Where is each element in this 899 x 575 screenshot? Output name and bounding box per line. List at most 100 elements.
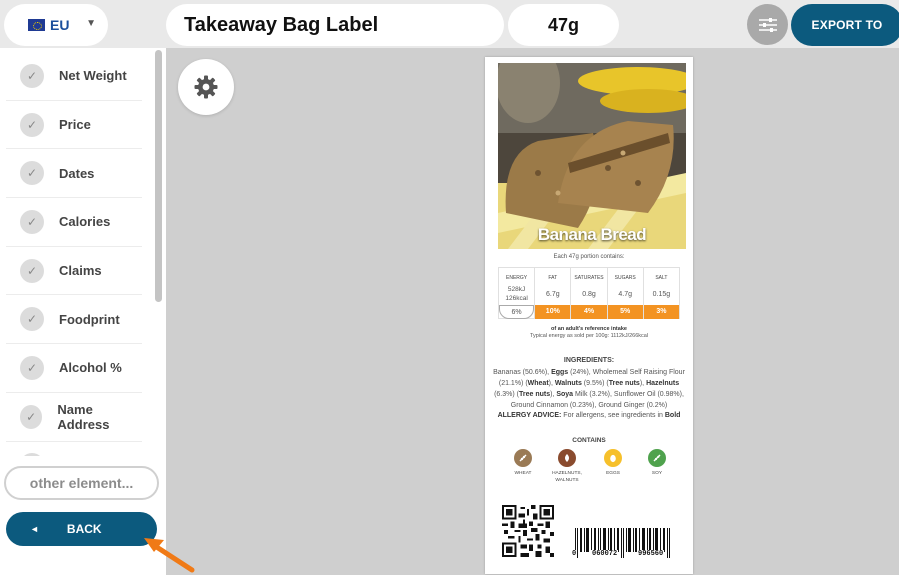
sidebar-scrollbar[interactable] (155, 50, 162, 302)
allergy-advice-label: ALLERGY ADVICE: (497, 412, 562, 419)
top-bar: EU ▼ Takeaway Bag Label 47g EXPORT TO (0, 0, 899, 48)
sidebar-item-dates[interactable]: ✓ Dates (6, 149, 142, 199)
eu-flag-icon (28, 19, 45, 31)
allergy-advice: ALLERGY ADVICE: For allergens, see ingre… (491, 412, 687, 419)
nutrition-percent: 6% (499, 305, 535, 319)
qr-code (502, 505, 554, 557)
sidebar-item-name-address[interactable]: ✓ Name Address (6, 393, 142, 442)
sidebar-item-label: Net Weight (59, 68, 127, 84)
back-button[interactable]: ◄ BACK (6, 512, 157, 546)
allergen-wheat: WHEAT (503, 449, 543, 477)
allergen-soy: SOY (637, 449, 677, 477)
sidebar-item-net-weight[interactable]: ✓ Net Weight (6, 52, 142, 101)
sidebar-item-label: Price (59, 117, 91, 133)
allergy-advice-bold: Bold (664, 412, 681, 419)
nutrition-value: 4.7g (618, 291, 633, 298)
export-button[interactable]: EXPORT TO (791, 4, 899, 46)
allergen-name: HAZELNUTS, WALNUTS (547, 470, 587, 484)
nutrition-value: 6.7g (545, 291, 560, 298)
sidebar-item-partial[interactable]: ✓ (6, 442, 142, 456)
check-icon: ✓ (20, 355, 44, 380)
check-icon: ✓ (20, 258, 44, 283)
sidebar-item-alcohol[interactable]: ✓ Alcohol % (6, 344, 142, 393)
ingredients-text: Bananas (50.6%), Eggs (24%), Wholemeal S… (491, 367, 687, 411)
nutrition-fat: FAT 6.7g 10% (535, 268, 572, 319)
sidebar-item-calories[interactable]: ✓ Calories (6, 198, 142, 247)
nutrition-name: FAT (548, 275, 558, 281)
allergen-name: EGGS (606, 471, 620, 476)
region-label: EU (50, 17, 70, 33)
check-icon: ✓ (20, 453, 44, 456)
allergen-word: Tree nuts (518, 391, 551, 398)
allergen-word: Soya (556, 391, 574, 398)
sidebar-item-label: Claims (59, 263, 102, 279)
region-selector[interactable]: EU ▼ (4, 4, 108, 46)
sidebar-item-label: Dates (59, 165, 95, 181)
sliders-icon (758, 17, 777, 32)
product-photo: Banana Bread (498, 63, 686, 249)
contains-title: CONTAINS (572, 437, 606, 444)
product-name: Banana Bread (537, 225, 647, 244)
sidebar-item-label: Name Address (57, 401, 110, 432)
sidebar-item-claims[interactable]: ✓ Claims (6, 247, 142, 296)
canvas-settings-button[interactable] (178, 59, 234, 115)
allergen-word: Walnuts (554, 380, 582, 387)
allergen-name-line: WALNUTS (555, 478, 579, 483)
back-button-label: BACK (66, 522, 102, 536)
back-triangle-icon: ◄ (30, 524, 39, 534)
barcode-lead-digit: 0 (571, 550, 578, 558)
label-preview[interactable]: Banana Bread Each 47g portion contains: … (485, 57, 693, 574)
portion-text: Each 47g portion contains: (553, 254, 625, 260)
nutrition-name: SATURATES (574, 275, 604, 281)
ingredients-title: INGREDIENTS: (563, 357, 615, 364)
allergen-nuts: HAZELNUTS, WALNUTS (547, 449, 587, 484)
gear-icon (194, 75, 218, 99)
weight-field[interactable]: 47g (508, 4, 619, 46)
nutrition-name: ENERGY (506, 275, 528, 281)
nutrition-percent: 5% (607, 305, 643, 319)
check-icon: ✓ (20, 404, 43, 429)
ingredient-text: (9.5%) ( (581, 380, 609, 387)
nutrition-sugars: SUGARS 4.7g 5% (607, 268, 644, 319)
check-icon: ✓ (20, 161, 44, 186)
nutrition-value: 528kJ 126kcal (499, 285, 534, 303)
nutrition-percent: 4% (571, 305, 607, 319)
chevron-down-icon: ▼ (86, 18, 96, 29)
pointer-arrow-icon (144, 538, 195, 573)
allergen-name: WHEAT (514, 471, 532, 476)
other-element-input[interactable] (4, 466, 159, 500)
nutrition-value-kj: 528kJ (507, 286, 526, 293)
allergen-word: Hazelnuts (646, 380, 680, 387)
ingredient-text: (6.3%) ( (494, 391, 519, 398)
check-icon: ✓ (20, 63, 44, 88)
allergen-word: Tree nuts (608, 380, 640, 387)
sidebar-item-foodprint[interactable]: ✓ Foodprint (6, 295, 142, 345)
allergy-advice-text: For allergens, see ingredients in (561, 412, 665, 419)
sidebar-item-price[interactable]: ✓ Price (6, 101, 142, 150)
element-list: ✓ Net Weight ✓ Price ✓ Dates ✓ Calories … (0, 52, 152, 456)
typical-energy-text: Typical energy as sold per 100g: 1112kJ/… (529, 333, 649, 339)
soy-icon (648, 449, 666, 467)
label-title[interactable]: Takeaway Bag Label (166, 4, 504, 46)
allergen-word: Eggs (551, 369, 569, 376)
reference-intake-text: of an adult's reference intake (551, 326, 627, 332)
nutrition-name: SALT (655, 275, 668, 281)
barcode-group-left: 060072 (591, 550, 619, 558)
egg-icon (604, 449, 622, 467)
nutrition-saturates: SATURATES 0.8g 4% (571, 268, 608, 319)
nutrition-name: SUGARS (614, 275, 636, 281)
check-icon: ✓ (20, 112, 44, 137)
allergen-name-line: HAZELNUTS, (552, 471, 582, 476)
check-icon: ✓ (20, 209, 44, 234)
nutrition-percent: 10% (535, 305, 571, 319)
barcode-group-right: 996560 (637, 550, 665, 558)
nutrition-value-kcal: 126kcal (505, 295, 528, 302)
nut-icon (558, 449, 576, 467)
sidebar-item-label: Calories (59, 214, 111, 230)
check-icon: ✓ (20, 307, 44, 332)
wheat-icon (514, 449, 532, 467)
allergen-name: SOY (651, 471, 663, 476)
adjustments-button[interactable] (747, 4, 788, 45)
nutrition-salt: SALT 0.15g 3% (643, 268, 680, 319)
ingredient-text: Bananas (50.6%), (493, 369, 552, 376)
